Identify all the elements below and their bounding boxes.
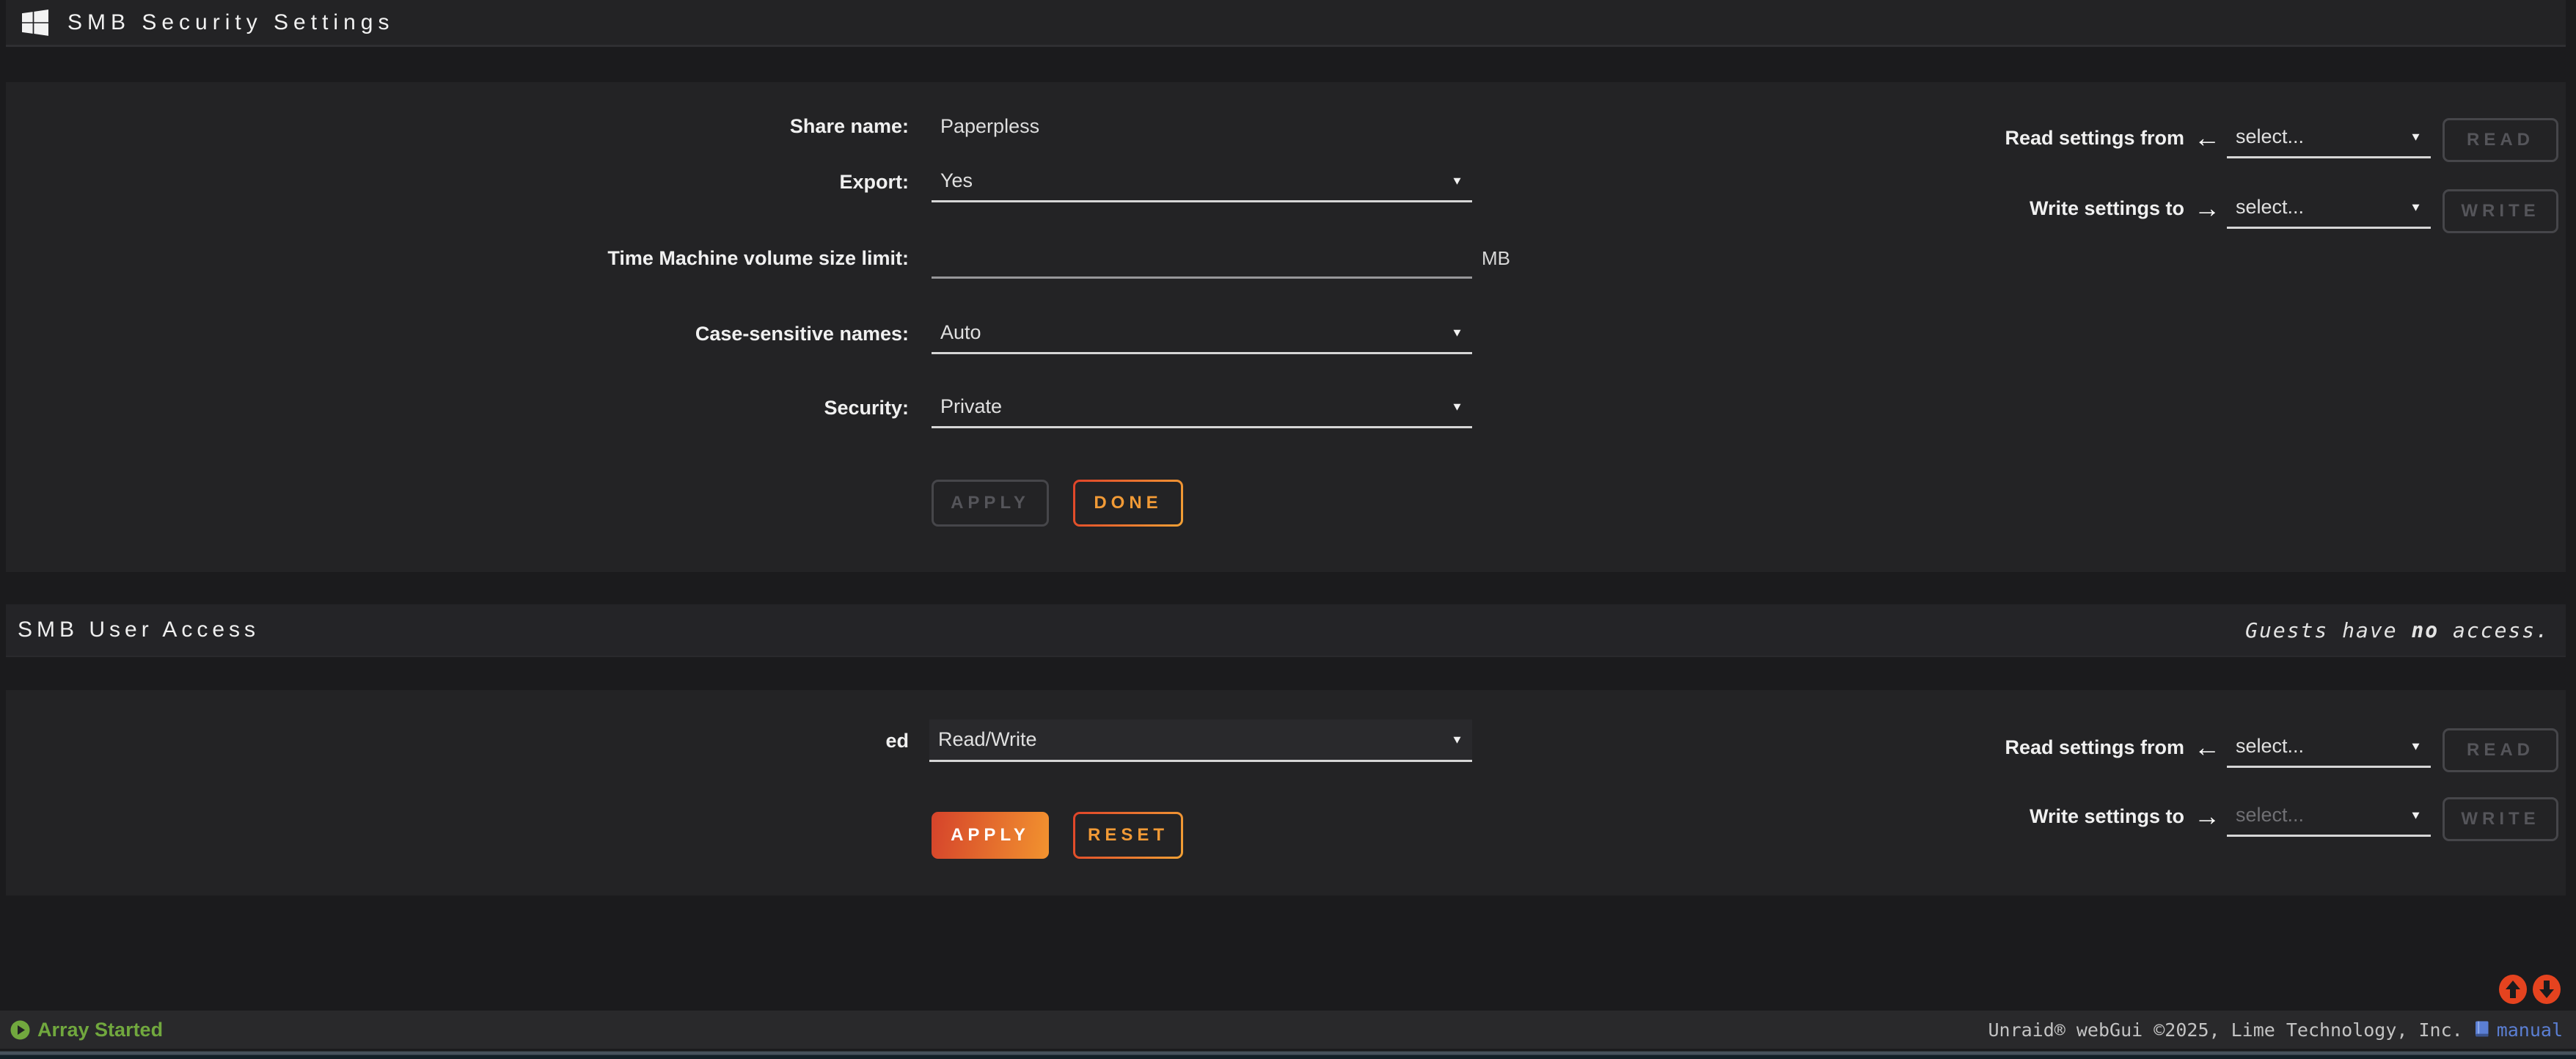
write-settings-label: Write settings to bbox=[1766, 796, 2184, 837]
write-settings-select[interactable]: select... ▼ bbox=[2227, 188, 2431, 229]
arrow-up-icon bbox=[2498, 974, 2528, 1005]
footer-right: Unraid® webGui ©2025, Lime Technology, I… bbox=[1988, 1019, 2563, 1041]
security-select-value: Private bbox=[940, 395, 1002, 418]
array-status: Array Started bbox=[10, 1019, 163, 1041]
dropdown-arrow-icon: ▼ bbox=[2409, 809, 2422, 822]
arrow-down-icon bbox=[2532, 974, 2561, 1005]
done-button[interactable]: DONE bbox=[1073, 480, 1183, 527]
read-settings-select-value: select... bbox=[2236, 125, 2304, 148]
write-button[interactable]: WRITE bbox=[2443, 797, 2558, 841]
read-settings-label: Read settings from bbox=[1766, 727, 2184, 768]
guest-note-prefix: Guests have bbox=[2245, 618, 2411, 642]
time-machine-limit-unit: MB bbox=[1482, 238, 1510, 279]
read-settings-select[interactable]: select... ▼ bbox=[2227, 117, 2431, 158]
manual-link[interactable]: manual bbox=[2472, 1019, 2563, 1041]
read-settings-select-value: select... bbox=[2236, 735, 2304, 758]
security-select[interactable]: Private ▼ bbox=[932, 387, 1472, 428]
scroll-to-bottom-button[interactable] bbox=[2532, 974, 2561, 1005]
smb-user-access-panel: ed Read/Write ▼ APPLY RESET Read setting… bbox=[6, 690, 2566, 895]
smb-security-panel: Share name: Paperpless Export: Yes ▼ Tim… bbox=[6, 82, 2566, 572]
dropdown-arrow-icon: ▼ bbox=[1451, 326, 1463, 340]
reset-button[interactable]: RESET bbox=[1073, 812, 1183, 859]
windows-icon bbox=[22, 10, 48, 36]
security-label: Security: bbox=[6, 387, 909, 428]
time-machine-limit-input[interactable] bbox=[932, 238, 1472, 279]
read-settings-select[interactable]: select... ▼ bbox=[2227, 727, 2431, 768]
write-settings-select-value: select... bbox=[2236, 804, 2304, 827]
arrow-left-icon: ← bbox=[2192, 117, 2222, 158]
guest-access-note: Guests have no access. bbox=[2245, 618, 2550, 642]
export-select-value: Yes bbox=[940, 169, 973, 192]
footer-bar: Array Started Unraid® webGui ©2025, Lime… bbox=[0, 1011, 2576, 1049]
page-title-bar: SMB Security Settings bbox=[6, 0, 2566, 47]
arrow-right-icon: → bbox=[2192, 188, 2222, 229]
user-ed-access-value: Read/Write bbox=[938, 728, 1037, 751]
apply-button[interactable]: APPLY bbox=[932, 480, 1049, 527]
dropdown-arrow-icon: ▼ bbox=[1451, 733, 1463, 747]
user-ed-access-select[interactable]: Read/Write ▼ bbox=[929, 719, 1472, 762]
smb-user-access-bar: SMB User Access Guests have no access. bbox=[6, 604, 2566, 657]
write-settings-label: Write settings to bbox=[1766, 188, 2184, 229]
write-button[interactable]: WRITE bbox=[2443, 189, 2558, 233]
export-select[interactable]: Yes ▼ bbox=[932, 161, 1472, 202]
arrow-right-icon: → bbox=[2192, 796, 2222, 837]
share-name-label: Share name: bbox=[6, 111, 909, 141]
copyright-text: Unraid® webGui ©2025, Lime Technology, I… bbox=[1988, 1019, 2462, 1041]
arrow-left-icon: ← bbox=[2192, 727, 2222, 768]
window-bottom-edge bbox=[0, 1049, 2576, 1059]
write-settings-select-value: select... bbox=[2236, 196, 2304, 219]
export-label: Export: bbox=[6, 161, 909, 202]
manual-link-text: manual bbox=[2497, 1019, 2563, 1041]
guest-note-suffix: access. bbox=[2439, 618, 2550, 642]
write-settings-select[interactable]: select... ▼ bbox=[2227, 796, 2431, 837]
array-started-play-icon bbox=[10, 1020, 30, 1040]
user-ed-label: ed bbox=[666, 719, 909, 762]
array-status-text: Array Started bbox=[37, 1019, 163, 1041]
dropdown-arrow-icon: ▼ bbox=[2409, 740, 2422, 753]
dropdown-arrow-icon: ▼ bbox=[1451, 175, 1463, 188]
dropdown-arrow-icon: ▼ bbox=[2409, 201, 2422, 214]
dropdown-arrow-icon: ▼ bbox=[1451, 400, 1463, 414]
smb-user-access-title: SMB User Access bbox=[18, 618, 260, 642]
page-title: SMB Security Settings bbox=[67, 10, 394, 35]
book-icon bbox=[2472, 1020, 2491, 1039]
read-button[interactable]: READ bbox=[2443, 118, 2558, 162]
case-sensitive-select-value: Auto bbox=[940, 321, 981, 344]
guest-note-emphasis: no bbox=[2411, 618, 2439, 642]
apply-button[interactable]: APPLY bbox=[932, 812, 1049, 859]
time-machine-limit-label: Time Machine volume size limit: bbox=[6, 238, 909, 279]
smb-settings-page: SMB Security Settings Share name: Paperp… bbox=[0, 0, 2576, 1059]
scroll-to-top-button[interactable] bbox=[2498, 974, 2528, 1005]
read-settings-label: Read settings from bbox=[1766, 117, 2184, 158]
dropdown-arrow-icon: ▼ bbox=[2409, 131, 2422, 144]
case-sensitive-select[interactable]: Auto ▼ bbox=[932, 313, 1472, 354]
share-name-value: Paperpless bbox=[940, 111, 1039, 141]
read-button[interactable]: READ bbox=[2443, 728, 2558, 772]
case-sensitive-label: Case-sensitive names: bbox=[6, 313, 909, 354]
